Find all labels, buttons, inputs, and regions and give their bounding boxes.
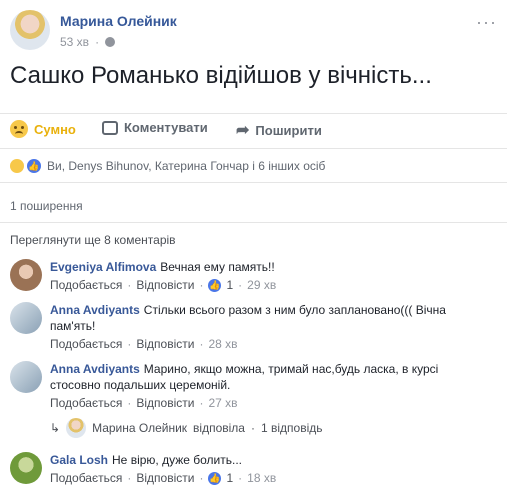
meta-separator: · bbox=[95, 35, 100, 49]
comment-meta: Подобається · Відповісти · 👍 1 · 18 хв bbox=[50, 470, 277, 486]
reaction-label: Сумно bbox=[34, 121, 76, 137]
commenter-avatar[interactable] bbox=[10, 452, 42, 484]
comment-meta: Подобається · Відповісти · 27 хв bbox=[50, 395, 238, 411]
like-icon: 👍 bbox=[208, 471, 222, 485]
post-time[interactable]: 53 хв bbox=[60, 35, 89, 49]
commenter-name[interactable]: Gala Losh bbox=[50, 453, 108, 467]
reactions-summary[interactable]: 👍 Ви, Denys Bihunov, Катерина Гончар і 6… bbox=[10, 159, 325, 173]
reaction-button[interactable]: Сумно bbox=[10, 120, 76, 138]
like-reaction-icon: 👍 bbox=[27, 159, 41, 173]
comment-meta: Подобається · Відповісти · 👍 1 · 29 хв bbox=[50, 277, 277, 293]
comment-body: Anna Avdiyants Стільки всього разом з ним… bbox=[50, 302, 470, 352]
comment-time[interactable]: 29 хв bbox=[247, 277, 276, 293]
comment-button[interactable]: Коментувати bbox=[102, 120, 208, 135]
reply-avatar bbox=[66, 418, 87, 438]
comment-time[interactable]: 27 хв bbox=[208, 395, 237, 411]
author-name[interactable]: Марина Олейник bbox=[60, 13, 177, 29]
comment-icon bbox=[102, 120, 118, 135]
comment-time[interactable]: 18 хв bbox=[247, 470, 276, 486]
action-bar: Сумно Коментувати ➦ Поширити bbox=[0, 113, 507, 149]
shares-count[interactable]: 1 поширення bbox=[10, 199, 83, 213]
comment-body: Evgeniya Alfimova Вечная ему память!! Под… bbox=[50, 259, 470, 293]
like-link[interactable]: Подобається bbox=[50, 336, 122, 352]
commenter-name[interactable]: Evgeniya Alfimova bbox=[50, 260, 156, 274]
like-count[interactable]: 1 bbox=[226, 277, 233, 293]
post-text: Сашко Романько відійшов у вічність... bbox=[10, 62, 432, 89]
sad-reaction-icon bbox=[10, 159, 24, 173]
commenter-avatar[interactable] bbox=[10, 259, 42, 291]
reply-link[interactable]: Відповісти bbox=[136, 277, 194, 293]
comment-body: Anna Avdiyants Марино, якщо можна, тримай… bbox=[50, 361, 470, 411]
comment-time[interactable]: 28 хв bbox=[208, 336, 237, 352]
post-meta: 53 хв · bbox=[60, 35, 116, 49]
reply-link[interactable]: Відповісти bbox=[136, 470, 194, 486]
comment-body: Gala Losh Не вірю, дуже болить... Подобає… bbox=[50, 452, 470, 486]
post-header: Марина Олейник 53 хв · ··· bbox=[0, 0, 507, 60]
author-avatar[interactable] bbox=[10, 10, 50, 50]
share-button[interactable]: ➦ Поширити bbox=[236, 120, 322, 140]
like-link[interactable]: Подобається bbox=[50, 470, 122, 486]
share-icon: ➦ bbox=[236, 122, 250, 139]
reaction-names[interactable]: Ви, Denys Bihunov, Катерина Гончар і 6 і… bbox=[47, 159, 325, 173]
commenter-avatar[interactable] bbox=[10, 302, 42, 334]
replies-toggle[interactable]: ↳ Марина Олейник відповіла · 1 відповідь bbox=[50, 418, 323, 438]
globe-icon bbox=[105, 37, 116, 47]
comment-label: Коментувати bbox=[124, 120, 208, 135]
comment-text: Не вірю, дуже болить... bbox=[112, 453, 242, 467]
like-count[interactable]: 1 bbox=[226, 470, 233, 486]
reply-action: відповіла bbox=[193, 421, 245, 435]
divider bbox=[0, 182, 507, 183]
comment-text: Вечная ему память!! bbox=[160, 260, 275, 274]
divider bbox=[0, 222, 507, 223]
reply-link[interactable]: Відповісти bbox=[136, 395, 194, 411]
reply-link[interactable]: Відповісти bbox=[136, 336, 194, 352]
reply-author: Марина Олейник bbox=[92, 421, 188, 435]
share-label: Поширити bbox=[255, 122, 322, 138]
like-icon: 👍 bbox=[208, 278, 222, 292]
reply-arrow-icon: ↳ bbox=[50, 421, 61, 435]
commenter-avatar[interactable] bbox=[10, 361, 42, 393]
sad-emoji-icon bbox=[10, 120, 28, 138]
comment-meta: Подобається · Відповісти · 28 хв bbox=[50, 336, 238, 352]
like-link[interactable]: Подобається bbox=[50, 395, 122, 411]
reply-count: 1 відповідь bbox=[260, 421, 323, 435]
commenter-name[interactable]: Anna Avdiyants bbox=[50, 362, 140, 376]
post-menu-icon[interactable]: ··· bbox=[476, 12, 497, 33]
like-link[interactable]: Подобається bbox=[50, 277, 122, 293]
view-more-comments[interactable]: Переглянути ще 8 коментарів bbox=[10, 233, 176, 247]
commenter-name[interactable]: Anna Avdiyants bbox=[50, 303, 140, 317]
